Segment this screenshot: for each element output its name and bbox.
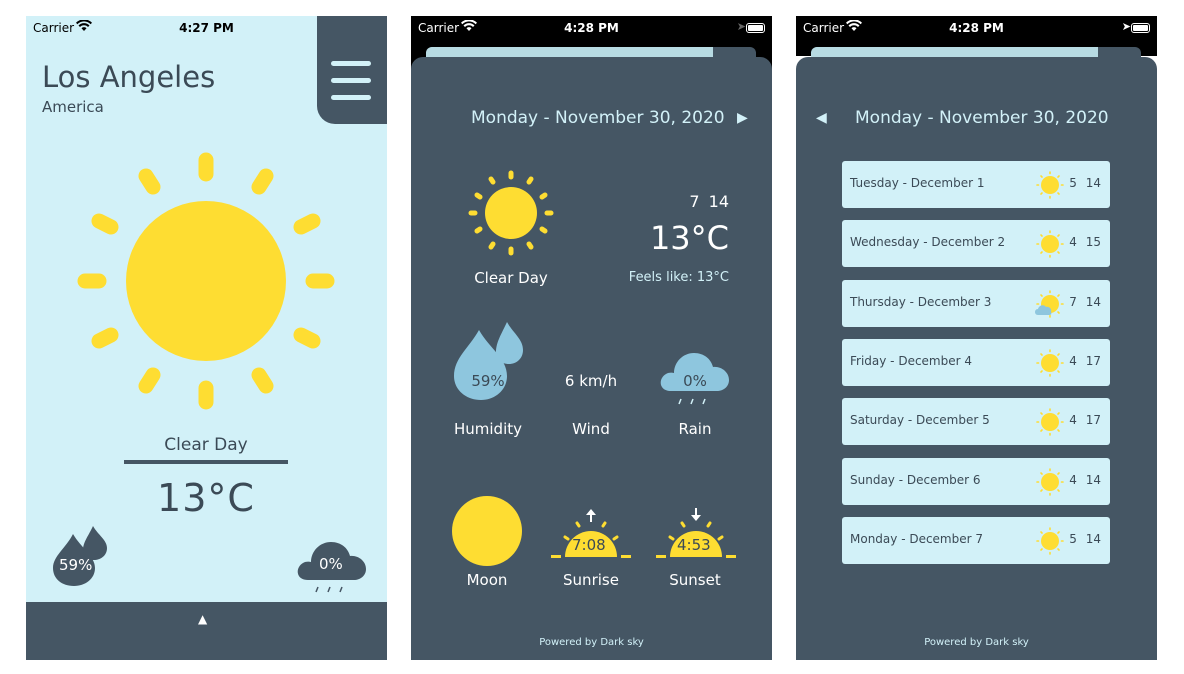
detail-screen: Carrier 4:28 PM ➤ Monday - November 30, …: [411, 16, 772, 660]
feels-like: Feels like: 13°C: [628, 270, 729, 285]
forecast-low-high: 4 17: [1069, 413, 1101, 427]
location-arrow-icon: ➤: [736, 20, 746, 33]
status-bar: Carrier 4:28 PM ➤: [411, 16, 772, 42]
humidity-value: 59%: [471, 372, 505, 390]
battery-icon: [1131, 23, 1150, 33]
sun-icon: [1036, 527, 1064, 555]
forecast-low-high: 7 14: [1069, 295, 1101, 309]
forecast-row[interactable]: Wednesday - December 2 4 15: [842, 220, 1110, 267]
forecast-screen: Carrier 4:28 PM ➤ ◀ Monday - November 30…: [796, 16, 1157, 660]
powered-by: Powered by Dark sky: [539, 637, 644, 648]
humidity-drop-icon: [454, 322, 523, 400]
wind-value: 6 km/h: [564, 372, 618, 390]
rain-value: 0%: [683, 372, 707, 390]
forecast-panel: ◀ Monday - November 30, 2020 Tuesday - D…: [796, 57, 1157, 660]
bottom-drawer-handle[interactable]: ▲: [26, 602, 387, 660]
forecast-low-high: 4 14: [1069, 473, 1101, 487]
humidity-value: 59%: [59, 556, 93, 574]
status-bar: Carrier 4:28 PM ➤: [796, 16, 1157, 42]
condition-label: Clear Day: [164, 435, 248, 455]
country-name: America: [42, 98, 104, 116]
wind-label: Wind: [572, 420, 610, 438]
forecast-low-high: 4 17: [1069, 354, 1101, 368]
forecast-row[interactable]: Sunday - December 6 4 14: [842, 458, 1110, 505]
expand-up-icon[interactable]: ▲: [198, 612, 207, 626]
status-time: 4:28 PM: [949, 21, 1004, 35]
next-day-arrow-icon[interactable]: ▶: [737, 110, 748, 126]
forecast-day: Monday - December 7: [850, 532, 984, 546]
hamburger-icon-line: [331, 78, 371, 83]
sun-icon: [1036, 468, 1064, 496]
date-title: Monday - November 30, 2020: [855, 108, 1109, 128]
rain-label: Rain: [678, 420, 712, 438]
forecast-row[interactable]: Saturday - December 5 4 17: [842, 398, 1110, 445]
date-title: Monday - November 30, 2020: [471, 108, 725, 128]
status-time: 4:28 PM: [564, 21, 619, 35]
moon-icon: [452, 496, 522, 566]
rain-value: 0%: [319, 555, 343, 573]
large-sun-icon: [77, 152, 335, 410]
forecast-row[interactable]: Thursday - December 3 7 14: [842, 280, 1110, 327]
sunrise-time: 7:08: [572, 536, 606, 554]
forecast-low-high: 5 14: [1069, 176, 1101, 190]
forecast-day: Tuesday - December 1: [850, 176, 985, 190]
moon-label: Moon: [466, 571, 508, 589]
forecast-row[interactable]: Tuesday - December 1 5 14: [842, 161, 1110, 208]
sun-icon: [1036, 230, 1064, 258]
sunset-time: 4:53: [677, 536, 711, 554]
sunrise-icon: [551, 509, 631, 558]
forecast-low-high: 4 15: [1069, 235, 1101, 249]
sun-icon: [1036, 171, 1064, 199]
forecast-day: Thursday - December 3: [850, 295, 992, 309]
forecast-day: Friday - December 4: [850, 354, 973, 368]
forecast-row[interactable]: Friday - December 4 4 17: [842, 339, 1110, 386]
sun-icon: [1036, 408, 1064, 436]
prev-day-arrow-icon[interactable]: ◀: [816, 110, 827, 126]
temperature: 13°C: [649, 219, 729, 257]
hamburger-icon: [331, 61, 371, 66]
battery-icon: [746, 23, 765, 33]
partly-cloudy-icon: [1035, 290, 1064, 318]
sun-icon: [468, 170, 554, 256]
forecast-row[interactable]: Monday - December 7 5 14: [842, 517, 1110, 564]
forecast-day: Saturday - December 5: [850, 413, 990, 427]
menu-button[interactable]: [317, 16, 387, 124]
sunset-icon: [656, 508, 736, 558]
detail-panel: Monday - November 30, 2020 ▶ Clear Day 7…: [411, 57, 772, 660]
sunrise-label: Sunrise: [563, 571, 619, 589]
sun-icon: [1036, 349, 1064, 377]
home-screen: Carrier 4:27 PM ➤ Los Angeles America Cl…: [26, 16, 387, 660]
low-high-temps: 7 14: [689, 192, 729, 211]
condition-label: Clear Day: [474, 269, 548, 287]
powered-by: Powered by Dark sky: [924, 637, 1029, 648]
divider: [124, 460, 288, 464]
forecast-day: Sunday - December 6: [850, 473, 981, 487]
location-arrow-icon: ➤: [1121, 20, 1131, 33]
city-name: Los Angeles: [42, 60, 216, 94]
humidity-label: Humidity: [453, 420, 522, 438]
sunset-label: Sunset: [669, 571, 721, 589]
hamburger-icon-line: [331, 95, 371, 100]
forecast-day: Wednesday - December 2: [850, 235, 1006, 249]
temperature: 13°C: [157, 476, 255, 520]
forecast-low-high: 5 14: [1069, 532, 1101, 546]
